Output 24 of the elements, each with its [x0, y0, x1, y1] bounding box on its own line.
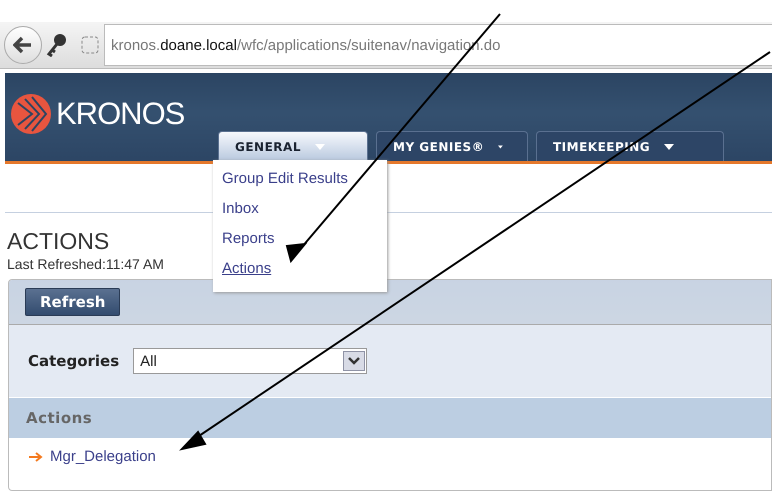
- categories-dropdown[interactable]: All: [133, 348, 368, 374]
- refresh-button[interactable]: Refresh: [25, 288, 120, 316]
- menu-item[interactable]: Reports: [222, 228, 387, 250]
- arrow-right-icon: [29, 452, 43, 462]
- nav-tab[interactable]: GENERAL: [218, 131, 368, 161]
- menu-item[interactable]: Actions: [222, 258, 387, 280]
- back-arrow-icon: [13, 36, 33, 54]
- nav-tab[interactable]: MY GENIES®: [376, 131, 528, 161]
- section-header: Actions: [9, 398, 771, 438]
- nav-tab[interactable]: TIMEKEEPING: [536, 131, 724, 161]
- menu-item[interactable]: Group Edit Results: [222, 168, 387, 190]
- caret-icon: [498, 144, 503, 150]
- categories-label: Categories: [28, 352, 120, 370]
- page-title: ACTIONS: [6, 228, 110, 255]
- caret-icon: [314, 144, 325, 150]
- key-icon: [46, 33, 68, 57]
- logo-icon: [10, 93, 52, 135]
- logo-text: KRONOS: [56, 96, 184, 132]
- menu-item[interactable]: Inbox: [222, 198, 387, 220]
- back-button[interactable]: [4, 26, 42, 64]
- action-link[interactable]: Mgr_Delegation: [50, 448, 156, 465]
- caret-icon: [664, 144, 674, 150]
- last-refreshed-text: Last Refreshed:11:47 AM: [6, 256, 164, 272]
- site-identity-icon: [80, 35, 100, 55]
